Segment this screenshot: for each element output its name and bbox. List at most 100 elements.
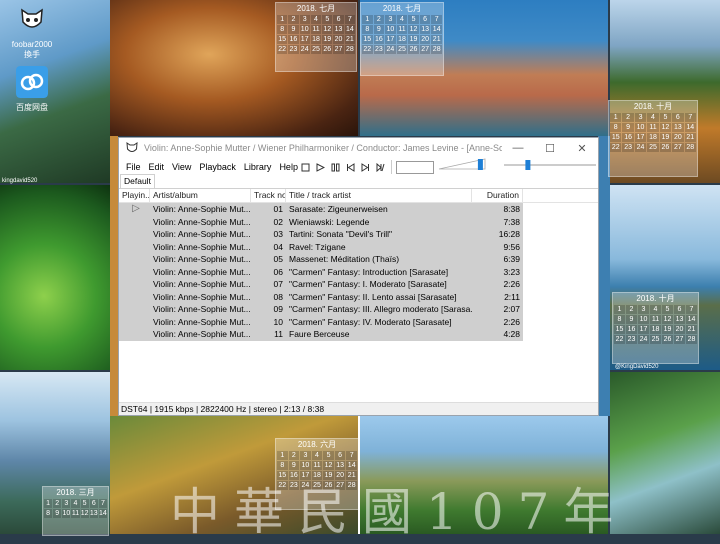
track-row[interactable]: ▷ Violin: Anne-Sophie Mut... 01 Sarasate: Z… — [119, 203, 523, 216]
menu-edit[interactable]: Edit — [145, 162, 169, 172]
volume-slider[interactable] — [437, 156, 489, 172]
column-artist-album[interactable]: Artist/album — [150, 189, 251, 202]
track-row[interactable]: Violin: Anne-Sophie Mut... 03 Tartini: Son… — [119, 228, 523, 241]
playing-indicator — [119, 253, 150, 266]
track-number: 01 — [273, 204, 283, 214]
menu-help[interactable]: Help — [275, 162, 302, 172]
calendar-title: 2018. 七月 — [296, 4, 336, 13]
track-row[interactable]: Violin: Anne-Sophie Mut... 02 Wieniawski: … — [119, 215, 523, 228]
player-window: Violin: Anne-Sophie Mutter / Wiener Phil… — [118, 137, 599, 416]
cloud-icon — [16, 66, 48, 98]
desktop-icon-foobar2000[interactable]: foobar2000 換手 — [2, 4, 62, 60]
tab-default[interactable]: Default — [120, 174, 155, 188]
playlist: Playin... Artist/album Track no Title / … — [119, 189, 598, 403]
wallpaper-tile — [0, 185, 110, 370]
playlist-header: Playin... Artist/album Track no Title / … — [119, 189, 598, 203]
calendar-grid: 1234567 8 9 10 11 12 13 14 15 16 17 18 19 20 21 22 23… — [610, 113, 696, 152]
track-duration: 3:23 — [503, 266, 520, 277]
playing-indicator: ▷ — [132, 203, 140, 214]
track-artist: Violin: Anne-Sophie Mut... — [153, 254, 251, 264]
track-title: "Carmen" Fantasy: IV. Moderato [Sarasate… — [289, 316, 452, 327]
track-number: 07 — [273, 279, 283, 289]
track-title: Wieniawski: Legende — [289, 216, 370, 227]
track-number: 08 — [273, 291, 283, 302]
track-row[interactable]: Violin: Anne-Sophie Mut... 10 "Carmen" Fan… — [119, 315, 523, 328]
track-number: 03 — [273, 229, 283, 239]
track-title: Tartini: Sonata "Devil's Trill" — [289, 229, 393, 239]
track-title: Sarasate: Zigeunerweisen — [289, 204, 388, 214]
menu-playback[interactable]: Playback — [195, 162, 240, 172]
wallpaper-calendar: 2018. 七月 1234567 8 9 10 11 12 13 14 15 16 17 18 19… — [360, 2, 444, 76]
column-duration[interactable]: Duration — [472, 189, 523, 202]
track-row[interactable]: Violin: Anne-Sophie Mut... 09 "Carmen" Fan… — [119, 303, 523, 316]
stop-icon[interactable] — [299, 161, 312, 174]
track-artist: Violin: Anne-Sophie Mut... — [153, 316, 251, 327]
wallpaper-caption: kingdavid520 — [2, 178, 38, 184]
track-row[interactable]: Violin: Anne-Sophie Mut... 11 Faure Berceu… — [119, 328, 523, 341]
track-row[interactable]: Violin: Anne-Sophie Mut... 08 "Carmen" Fan… — [119, 290, 523, 304]
calendar-title: 2018. 三月 — [56, 488, 95, 497]
track-artist: Violin: Anne-Sophie Mut... — [153, 279, 251, 289]
playback-toolbar — [299, 159, 434, 175]
track-number: 06 — [273, 266, 283, 277]
wallpaper-watermark: 中華民國107年 — [170, 483, 628, 541]
spectrum-box — [396, 160, 434, 174]
minimize-button[interactable]: — — [502, 138, 534, 158]
playing-indicator — [119, 328, 150, 341]
wallpaper-tile — [110, 136, 118, 416]
column-title[interactable]: Title / track artist — [286, 189, 472, 202]
title-bar[interactable]: Violin: Anne-Sophie Mutter / Wiener Phil… — [119, 138, 598, 158]
column-playing[interactable]: Playin... — [119, 189, 150, 202]
playing-indicator — [119, 291, 150, 304]
track-row[interactable]: Violin: Anne-Sophie Mut... 05 Massenet: Mé… — [119, 253, 523, 266]
track-artist: Violin: Anne-Sophie Mut... — [153, 229, 251, 239]
calendar-grid: 1234567 8 9 10 11 12 13 14 15 16 17 18 19 20 21 22 23… — [277, 15, 355, 54]
playing-indicator — [119, 266, 150, 279]
desktop-icon-label: foobar2000 — [11, 40, 53, 49]
window-title: Violin: Anne-Sophie Mutter / Wiener Phil… — [144, 143, 502, 153]
maximize-button[interactable]: ☐ — [534, 138, 566, 158]
track-row[interactable]: Violin: Anne-Sophie Mut... 07 "Carmen" Fan… — [119, 278, 523, 291]
calendar-title: 2018. 十月 — [636, 294, 675, 303]
track-number: 05 — [273, 254, 283, 264]
menu-view[interactable]: View — [168, 162, 195, 172]
track-title: "Carmen" Fantasy: II. Lento assai [Saras… — [289, 291, 457, 302]
random-icon[interactable] — [374, 161, 387, 174]
desktop-icon-baidu-netdisk[interactable]: 百度网盘 — [2, 66, 62, 113]
track-title: Ravel: Tzigane — [289, 241, 346, 252]
track-artist: Violin: Anne-Sophie Mut... — [153, 329, 251, 339]
playing-indicator — [119, 228, 150, 241]
app-icon — [126, 142, 138, 152]
track-number: 02 — [273, 216, 283, 227]
track-artist: Violin: Anne-Sophie Mut... — [153, 291, 251, 302]
menu-library[interactable]: Library — [240, 162, 276, 172]
pause-icon[interactable] — [329, 161, 342, 174]
seek-bar[interactable] — [504, 160, 596, 170]
track-artist: Violin: Anne-Sophie Mut... — [153, 266, 251, 277]
seek-thumb[interactable] — [525, 160, 531, 170]
playlist-rows: ▷ Violin: Anne-Sophie Mut... 01 Sarasate: Z… — [119, 203, 598, 341]
track-number: 10 — [273, 316, 283, 327]
menu-file[interactable]: File — [122, 162, 145, 172]
close-button[interactable]: ✕ — [566, 138, 598, 158]
playing-indicator — [119, 303, 150, 316]
play-icon[interactable] — [314, 161, 327, 174]
track-title: Massenet: Méditation (Thaïs) — [289, 254, 400, 264]
wallpaper-calendar: 2018. 十月 1234567 8 9 10 11 12 13 14 15 16 17 18 19… — [608, 100, 698, 177]
track-duration: 2:07 — [503, 304, 520, 314]
track-duration: 4:28 — [503, 329, 520, 339]
track-duration: 2:11 — [504, 291, 520, 302]
track-row[interactable]: Violin: Anne-Sophie Mut... 04 Ravel: Tziga… — [119, 240, 523, 253]
column-track-no[interactable]: Track no — [251, 189, 286, 202]
next-icon[interactable] — [359, 161, 372, 174]
volume-thumb[interactable] — [477, 159, 483, 170]
previous-icon[interactable] — [344, 161, 357, 174]
toolbar-separator — [391, 160, 392, 174]
calendar-grid: 1234567 8 9 10 11 12 13 14 — [43, 498, 108, 519]
track-duration: 8:38 — [503, 204, 520, 214]
track-row[interactable]: Violin: Anne-Sophie Mut... 06 "Carmen" Fan… — [119, 265, 523, 279]
wallpaper-caption: @KingDavid520 — [615, 364, 659, 370]
foobar2000-icon — [21, 8, 43, 28]
track-duration: 7:38 — [503, 216, 520, 227]
wallpaper-tile — [598, 136, 610, 416]
